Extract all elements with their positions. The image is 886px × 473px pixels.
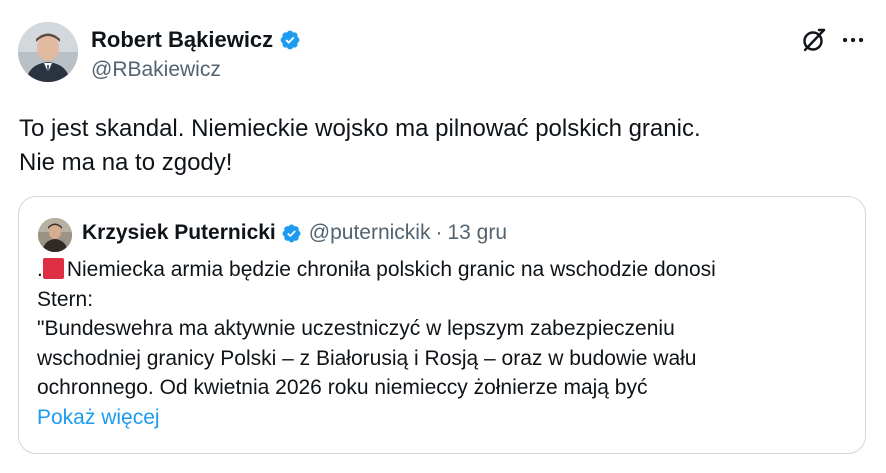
tweet-text-line: Nie ma na to zgody! [19, 149, 233, 176]
tweet-card: Robert Bąkiewicz @RBakiewicz To jest ska… [0, 0, 886, 473]
tweet-text: To jest skandal. Niemieckie wojsko ma pi… [19, 112, 859, 180]
tweet-text-line: To jest skandal. Niemieckie wojsko ma pi… [19, 115, 701, 142]
grok-icon[interactable] [800, 26, 828, 54]
quoted-text-line: . Niemiecka armia będzie chroniła polskic… [37, 255, 852, 285]
quoted-text: . Niemiecka armia będzie chroniła polskic… [37, 255, 852, 432]
more-options-icon[interactable] [840, 28, 866, 52]
verified-badge-icon[interactable] [281, 223, 302, 244]
quoted-author-avatar[interactable] [38, 218, 72, 252]
quoted-text-line-content: Niemiecka armia będzie chroniła polskich… [66, 258, 716, 281]
quoted-author-name[interactable]: Krzysiek Puternicki [82, 219, 276, 247]
quoted-tweet-card[interactable]: Krzysiek Puternicki @puternickik · 13 gr… [18, 196, 866, 454]
lead-char: . [37, 258, 43, 281]
quoted-header: Krzysiek Puternicki @puternickik · 13 gr… [82, 219, 507, 247]
author-avatar[interactable] [18, 22, 78, 82]
quoted-author-handle[interactable]: @puternickik [309, 219, 431, 247]
author-handle[interactable]: @RBakiewicz [91, 56, 221, 84]
author-name[interactable]: Robert Bąkiewicz [91, 26, 273, 54]
quoted-text-line: wschodniej granicy Polski – z Białorusią… [37, 346, 697, 370]
quoted-text-line: "Bundeswehra ma aktywnie uczestniczyć w … [37, 317, 675, 340]
quoted-text-line: Stern: [37, 287, 94, 311]
verified-badge-icon[interactable] [279, 29, 301, 51]
separator-dot: · [435, 221, 443, 244]
red-square-emoji-icon [42, 258, 64, 279]
show-more-link[interactable]: Pokaż więcej [37, 403, 852, 433]
author-name-row: Robert Bąkiewicz [91, 26, 301, 54]
quoted-text-line: ochronnego. Od kwietnia 2026 roku niemie… [37, 376, 648, 399]
quoted-date[interactable]: 13 gru [447, 219, 507, 247]
